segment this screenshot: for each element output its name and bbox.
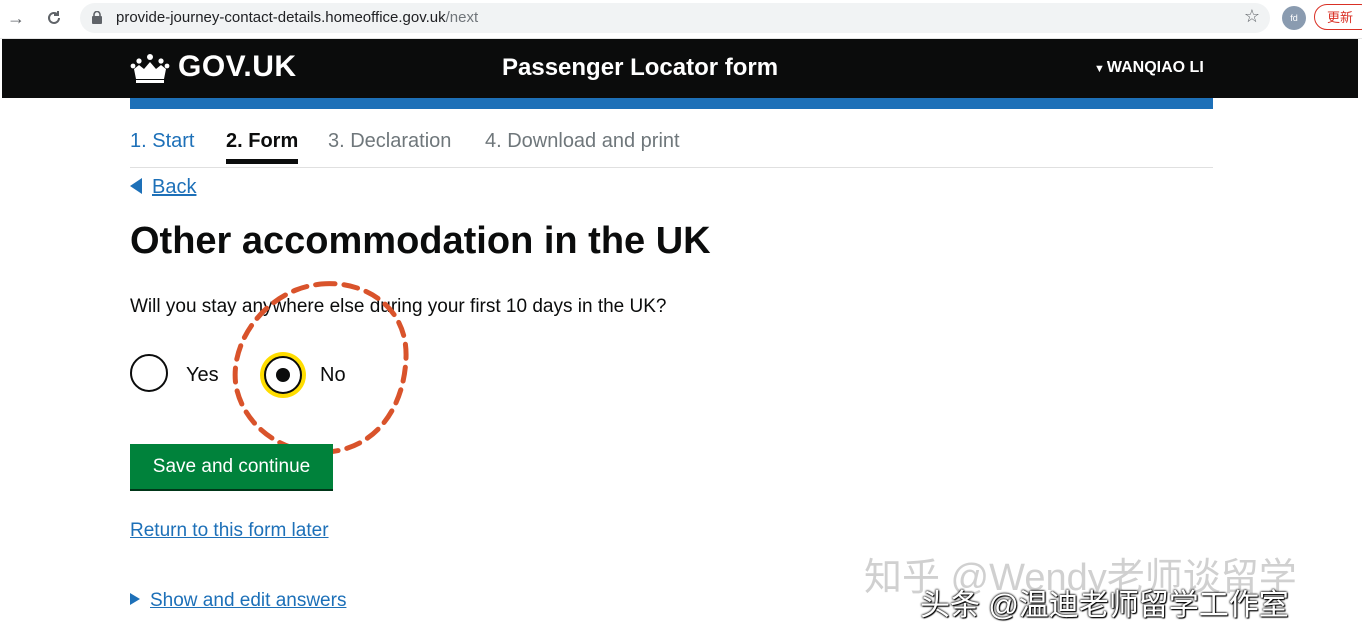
forward-arrow-icon[interactable]: → — [4, 6, 28, 30]
address-bar[interactable]: provide-journey-contact-details.homeoffi… — [80, 3, 1270, 33]
govuk-logo[interactable]: GOV.UK — [178, 50, 297, 84]
header-blue-bar — [130, 98, 1213, 109]
star-icon[interactable]: ☆ — [1244, 6, 1260, 27]
radio-yes-label[interactable]: Yes — [186, 364, 219, 387]
update-button[interactable]: 更新 — [1314, 4, 1362, 30]
step-download-and-print: 4. Download and print — [485, 130, 680, 152]
caret-down-icon: ▼ — [1094, 63, 1105, 75]
back-arrow-icon — [130, 178, 142, 194]
profile-avatar[interactable]: fd — [1282, 6, 1306, 30]
show-edit-answers-link[interactable]: Show and edit answers — [150, 590, 346, 611]
return-later-link[interactable]: Return to this form later — [130, 520, 329, 542]
show-answers-details[interactable]: Show and edit answers — [130, 590, 346, 612]
crown-icon — [130, 54, 170, 83]
radio-yes-circle[interactable] — [130, 354, 168, 392]
watermark-toutiao: 头条 @温迪老师留学工作室 — [920, 589, 1289, 622]
govuk-header: GOV.UK Passenger Locator form ▼ WANQIAO L… — [2, 39, 1358, 98]
page-title: Other accommodation in the UK — [130, 220, 711, 262]
save-and-continue-button[interactable]: Save and continue — [130, 444, 333, 489]
back-link[interactable]: Back — [130, 176, 196, 199]
steps-divider — [130, 167, 1213, 168]
triangle-right-icon — [130, 593, 140, 605]
browser-toolbar: → provide-journey-contact-details.homeof… — [0, 0, 1362, 39]
step-declaration: 3. Declaration — [328, 130, 452, 152]
service-name[interactable]: Passenger Locator form — [502, 54, 778, 82]
reload-icon[interactable] — [42, 6, 66, 30]
annotation-circle — [232, 281, 409, 455]
url-text: provide-journey-contact-details.homeoffi… — [116, 9, 479, 26]
lock-icon — [92, 11, 102, 24]
step-form: 2. Form — [226, 130, 299, 164]
user-menu[interactable]: ▼ WANQIAO LI — [1094, 59, 1204, 77]
step-start[interactable]: 1. Start — [130, 130, 194, 153]
